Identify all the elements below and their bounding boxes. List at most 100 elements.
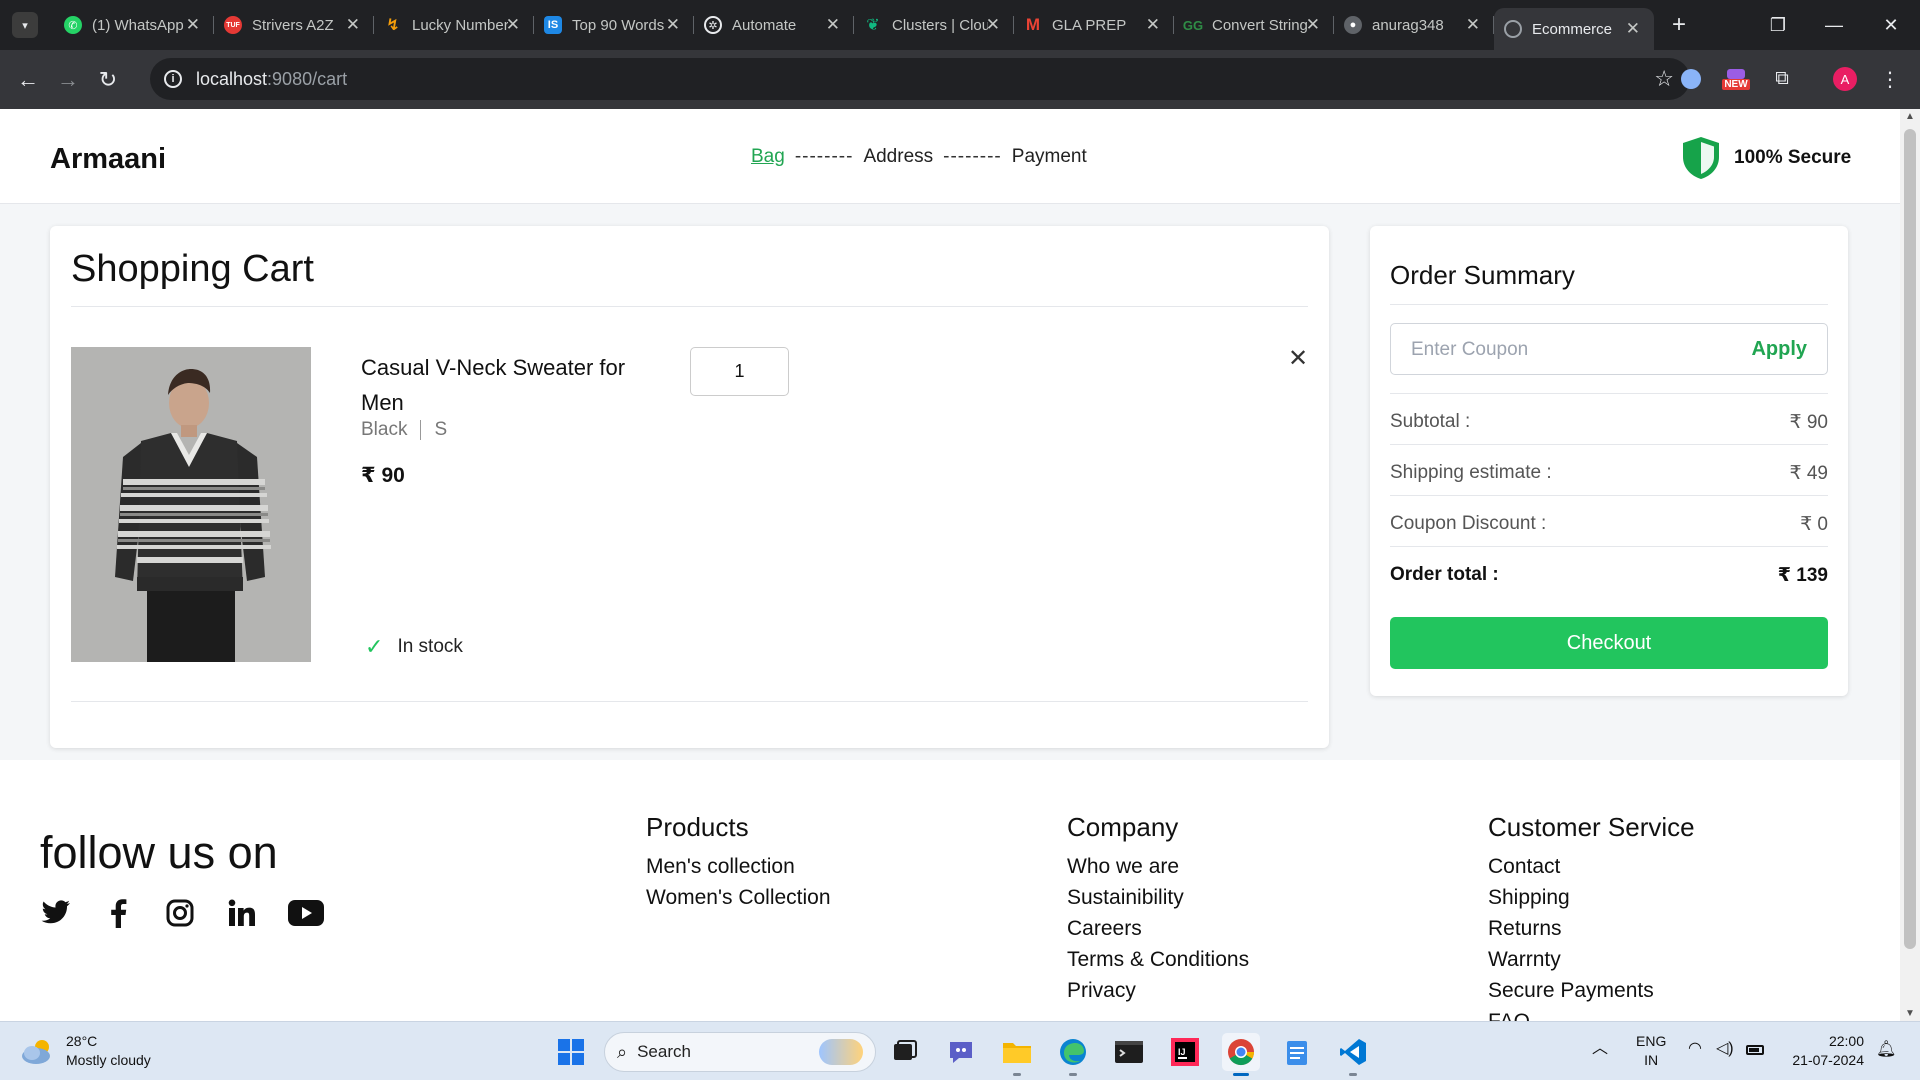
extensions-puzzle-icon[interactable]: ⧉	[1770, 65, 1794, 93]
forward-arrow-icon[interactable]: →	[56, 67, 80, 93]
windows-taskbar: 28°C Mostly cloudy ⌕ Search IJ ︿ ENG IN …	[0, 1021, 1920, 1080]
product-name[interactable]: Casual V-Neck Sweater for Men	[361, 350, 651, 420]
coupon-input[interactable]: Enter Coupon	[1411, 339, 1528, 361]
browser-tab[interactable]: ✆ (1) WhatsApp ✕	[54, 0, 214, 50]
footer-link[interactable]: Careers	[1067, 913, 1249, 944]
footer-link[interactable]: Who we are	[1067, 851, 1249, 882]
close-icon[interactable]: ✕	[1306, 15, 1320, 35]
restore-icon[interactable]: ❐	[1750, 0, 1806, 50]
extension-badge: NEW	[1722, 78, 1750, 90]
footer-link[interactable]: Terms & Conditions	[1067, 944, 1249, 975]
file-explorer-icon[interactable]	[998, 1033, 1036, 1076]
page-scrollbar[interactable]: ▲ ▼	[1900, 109, 1920, 1021]
sweater-man-image	[71, 347, 311, 662]
tab-search-icon[interactable]: ▾	[12, 12, 38, 38]
footer-link[interactable]: Secure Payments	[1488, 975, 1695, 1006]
linkedin-icon[interactable]	[226, 897, 258, 929]
notification-bell-icon[interactable]: 🔔︎	[1876, 1040, 1896, 1059]
instagram-icon[interactable]	[164, 897, 196, 929]
apply-coupon-button[interactable]: Apply	[1751, 338, 1807, 361]
close-icon[interactable]: ✕	[986, 15, 1000, 35]
bookmark-star-icon[interactable]: ☆	[1654, 66, 1674, 92]
windows-start-icon[interactable]	[552, 1033, 590, 1071]
teams-chat-icon[interactable]	[942, 1033, 980, 1071]
scroll-down-icon[interactable]: ▼	[1900, 1008, 1920, 1019]
close-icon[interactable]: ✕	[1626, 19, 1640, 39]
footer-link[interactable]: Warrnty	[1488, 944, 1695, 975]
cart-panel: Shopping Cart Casual V-Neck Sweater for …	[50, 226, 1329, 748]
chrome-browser-icon[interactable]	[1222, 1033, 1260, 1076]
intellij-icon[interactable]: IJ	[1166, 1033, 1204, 1071]
footer-link[interactable]: Contact	[1488, 851, 1695, 882]
tab-title: (1) WhatsApp	[92, 16, 184, 34]
browser-tab[interactable]: TUF Strivers A2Z ✕	[214, 0, 374, 50]
product-size: S	[434, 419, 448, 440]
new-tab-icon[interactable]: +	[1672, 11, 1686, 39]
browser-tab-active[interactable]: Ecommerce ✕	[1494, 8, 1654, 50]
facebook-icon[interactable]	[102, 897, 134, 929]
footer-link[interactable]: Women's Collection	[646, 882, 831, 913]
close-icon[interactable]: ✕	[826, 15, 840, 35]
chevron-up-icon[interactable]: ︿	[1592, 1039, 1608, 1058]
close-icon[interactable]: ✕	[346, 15, 360, 35]
footer-link[interactable]: Returns	[1488, 913, 1695, 944]
profile-avatar[interactable]: A	[1832, 65, 1858, 93]
scroll-up-icon[interactable]: ▲	[1900, 111, 1920, 122]
kebab-menu-icon[interactable]: ⋮	[1880, 65, 1900, 93]
tab-title: anurag348	[1372, 16, 1444, 34]
browser-tab[interactable]: ● anurag348 ✕	[1334, 0, 1494, 50]
notepad-icon[interactable]	[1278, 1033, 1316, 1071]
task-view-icon[interactable]	[886, 1033, 924, 1071]
clock[interactable]: 22:00 21-07-2024	[1784, 1032, 1864, 1070]
close-icon[interactable]: ✕	[1146, 15, 1160, 35]
quantity-value: 1	[734, 361, 745, 381]
volume-icon[interactable]: ◁)	[1716, 1039, 1734, 1058]
browser-tab[interactable]: GG Convert String ✕	[1174, 0, 1334, 50]
footer-link[interactable]: Men's collection	[646, 851, 831, 882]
terminal-icon[interactable]	[1110, 1033, 1148, 1071]
browser-tab[interactable]: M GLA PREP ✕	[1014, 0, 1174, 50]
footer-link[interactable]: FAQ	[1488, 1006, 1695, 1021]
quantity-input[interactable]: 1	[690, 347, 789, 396]
order-summary-panel: Order Summary Enter Coupon Apply Subtota…	[1370, 226, 1848, 696]
edge-browser-icon[interactable]	[1054, 1033, 1092, 1076]
tab-title: Strivers A2Z	[252, 16, 334, 34]
scroll-thumb[interactable]	[1904, 129, 1916, 949]
reload-icon[interactable]: ↻	[96, 67, 120, 93]
vscode-icon[interactable]	[1334, 1033, 1372, 1076]
footer-link[interactable]: Shipping	[1488, 882, 1695, 913]
browser-tab[interactable]: ✲ Automate ✕	[694, 0, 854, 50]
browser-tab[interactable]: ❦ Clusters | Cloud ✕	[854, 0, 1014, 50]
footer-link[interactable]: Privacy	[1067, 975, 1249, 1006]
site-info-icon[interactable]: i	[164, 70, 182, 88]
back-arrow-icon[interactable]: ←	[16, 67, 40, 93]
close-icon[interactable]: ✕	[186, 15, 200, 35]
twitter-icon[interactable]	[40, 897, 72, 929]
tab-title: Convert String	[1212, 16, 1308, 34]
date: 21-07-2024	[1792, 1052, 1864, 1068]
extension-cursor-icon[interactable]	[1680, 65, 1702, 93]
step-bag[interactable]: Bag	[751, 146, 785, 168]
youtube-icon[interactable]	[288, 897, 324, 929]
close-icon[interactable]: ✕	[1466, 15, 1480, 35]
language-indicator[interactable]: ENG IN	[1636, 1032, 1666, 1070]
close-window-icon[interactable]: ✕	[1862, 0, 1920, 50]
minimize-icon[interactable]: —	[1806, 0, 1862, 50]
product-image[interactable]	[71, 347, 311, 662]
browser-tab[interactable]: IS Top 90 Words ✕	[534, 0, 694, 50]
taskbar-search-input[interactable]: ⌕ Search	[604, 1032, 876, 1072]
remove-item-close-icon[interactable]: ✕	[1288, 344, 1308, 373]
tab-title: Ecommerce	[1532, 20, 1613, 38]
battery-icon[interactable]	[1746, 1041, 1764, 1060]
address-bar[interactable]: i localhost :9080/cart ☆	[150, 58, 1690, 100]
close-icon[interactable]: ✕	[506, 15, 520, 35]
brand-logo[interactable]: Armaani	[50, 143, 166, 176]
close-icon[interactable]: ✕	[666, 15, 680, 35]
weather-widget[interactable]: 28°C Mostly cloudy	[20, 1032, 151, 1070]
footer-link[interactable]: Sustainibility	[1067, 882, 1249, 913]
stock-label: In stock	[397, 636, 463, 657]
extension-new-icon[interactable]: NEW	[1718, 65, 1754, 93]
checkout-button[interactable]: Checkout	[1390, 617, 1828, 669]
wifi-icon[interactable]: ◠	[1688, 1039, 1702, 1058]
browser-tab[interactable]: ↯ Lucky Numbers ✕	[374, 0, 534, 50]
